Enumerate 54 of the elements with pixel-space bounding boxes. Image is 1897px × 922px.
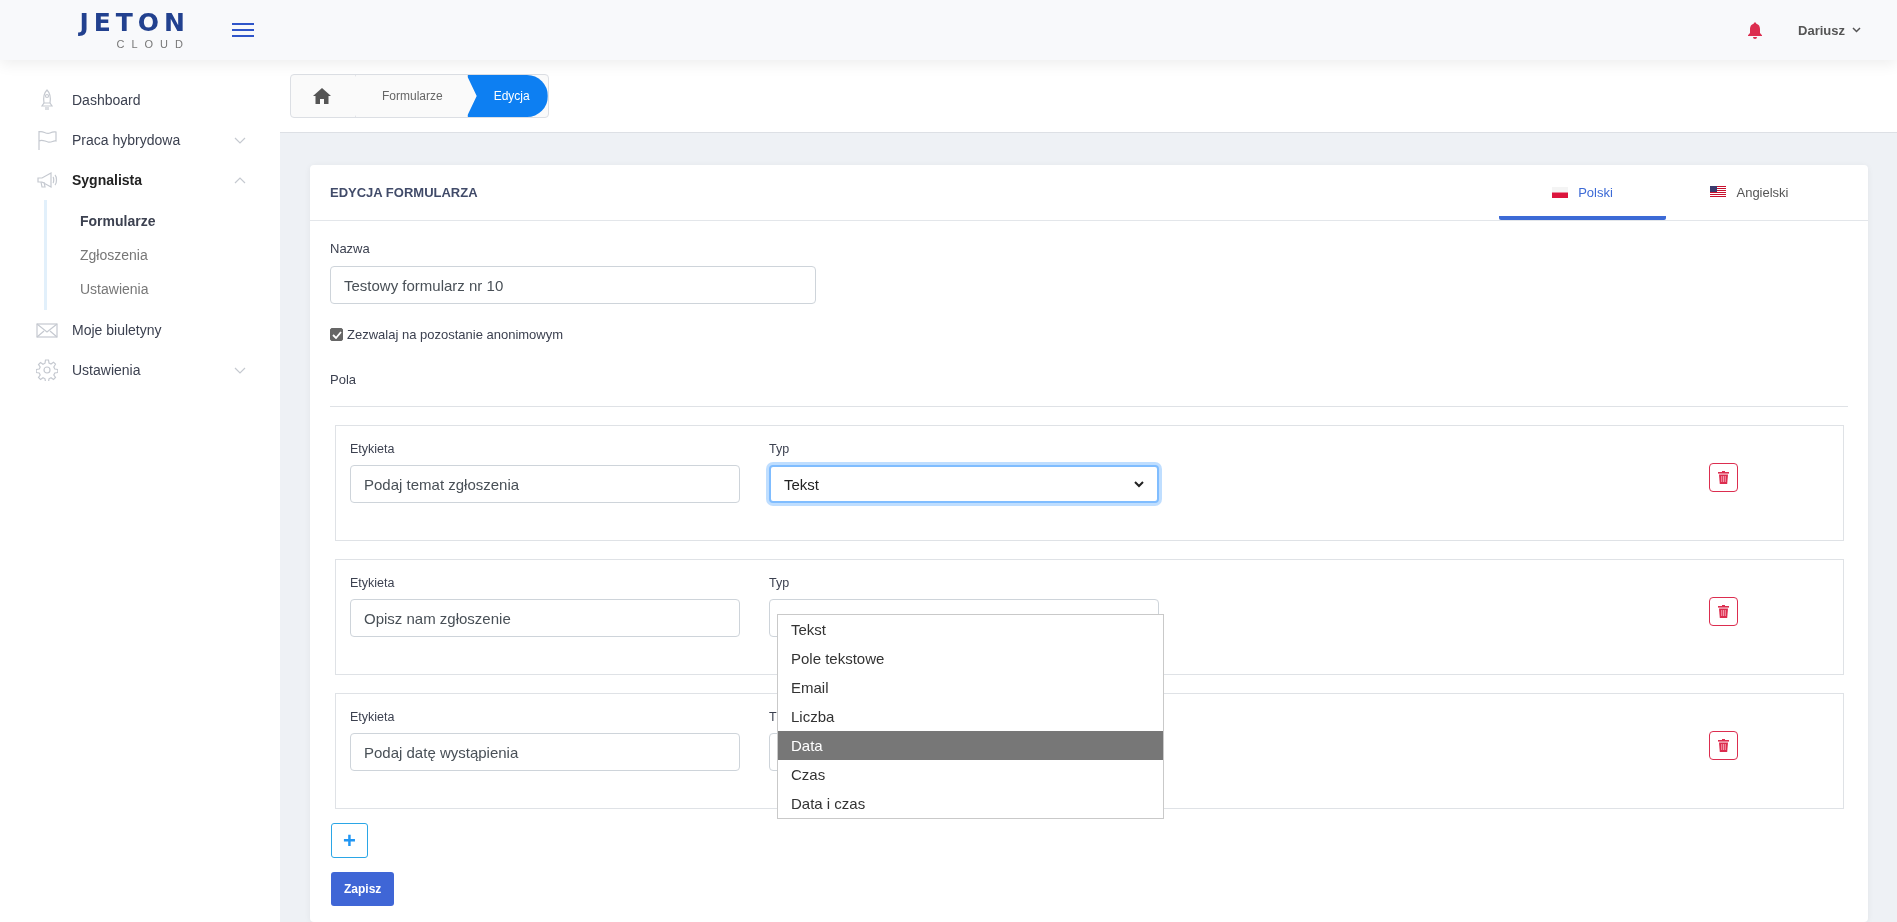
checkbox-label: Zezwalaj na pozostanie anonimowym	[347, 327, 564, 342]
dropdown-option[interactable]: Liczba	[778, 702, 1163, 731]
dropdown-option[interactable]: Data	[778, 731, 1163, 760]
field-label: Etykieta	[350, 576, 395, 591]
logo-subtitle: CLOUD	[116, 37, 190, 51]
delete-button[interactable]	[1709, 731, 1738, 760]
dropdown-option[interactable]: Pole tekstowe	[778, 644, 1163, 673]
trash-icon	[1718, 739, 1729, 752]
name-input[interactable]: Testowy formularz nr 10	[330, 266, 816, 304]
save-button[interactable]: Zapisz	[331, 872, 395, 906]
label-input[interactable]: Podaj temat zgłoszenia	[350, 465, 740, 503]
section-heading: Pola	[330, 372, 357, 387]
type-select[interactable]: Tekst	[769, 465, 1159, 503]
language-tab[interactable]: Angielski	[1666, 165, 1833, 220]
card-title: EDYCJA FORMULARZA	[330, 185, 479, 200]
submenu-item[interactable]: Zgłoszenia	[80, 238, 280, 272]
flag-icon	[36, 129, 58, 151]
submenu-item[interactable]: Formularze	[80, 204, 280, 238]
language-tab[interactable]: Polski	[1499, 165, 1666, 220]
megaphone-icon	[36, 169, 58, 191]
gear-icon	[36, 359, 58, 381]
bell-icon[interactable]	[1748, 21, 1763, 39]
field-label: Typ	[769, 442, 790, 457]
delete-button[interactable]	[1709, 463, 1738, 492]
sidebar-item[interactable]: Praca hybrydowa	[0, 120, 280, 160]
breadcrumb-item[interactable]: Edycja	[466, 75, 548, 117]
delete-button[interactable]	[1709, 597, 1738, 626]
label-input[interactable]: Opisz nam zgłoszenie	[350, 599, 740, 637]
trash-icon	[1718, 605, 1729, 618]
dropdown-option[interactable]: Tekst	[778, 615, 1163, 644]
label-input[interactable]: Podaj datę wystąpienia	[350, 733, 740, 771]
dropdown-option[interactable]: Data i czas	[778, 789, 1163, 818]
flag-icon	[1710, 186, 1727, 198]
logo-title: JETON	[79, 9, 190, 37]
sidebar-item[interactable]: Moje biuletyny	[0, 310, 280, 350]
field-label: Etykieta	[350, 710, 395, 725]
field-label: Nazwa	[330, 241, 370, 256]
caret-icon	[1852, 27, 1861, 33]
trash-icon	[1718, 471, 1729, 484]
submenu-item[interactable]: Ustawienia	[80, 272, 280, 306]
dropdown-option[interactable]: Czas	[778, 760, 1163, 789]
field-label: T	[769, 710, 777, 725]
field-label: Typ	[769, 576, 790, 591]
flag-icon	[1552, 186, 1569, 198]
menu-icon[interactable]	[232, 23, 254, 37]
checkbox[interactable]	[330, 328, 343, 341]
home-icon[interactable]	[313, 88, 331, 104]
dropdown-option[interactable]: Email	[778, 673, 1163, 702]
caret-icon	[1134, 480, 1144, 488]
sidebar-item[interactable]: Ustawienia	[0, 350, 280, 390]
sidebar-item[interactable]: Sygnalista	[0, 160, 280, 200]
sidebar-item[interactable]: Dashboard	[0, 80, 280, 120]
field-label: Etykieta	[350, 442, 395, 457]
user-menu[interactable]: Dariusz	[1798, 22, 1861, 38]
